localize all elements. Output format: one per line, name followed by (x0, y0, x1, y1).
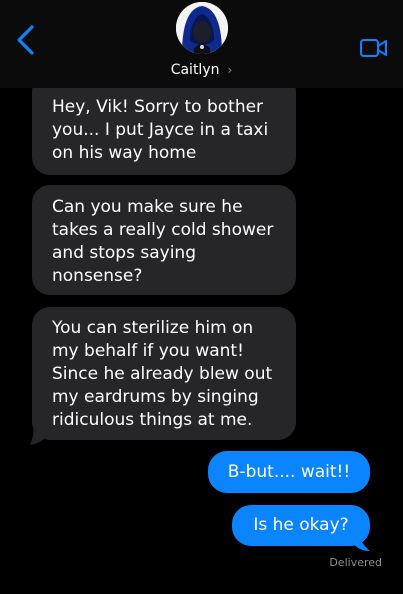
message-text: Is he okay? (253, 515, 349, 535)
message-text: You can sterilize him on my behalf if yo… (52, 318, 273, 430)
bubble-tail (30, 424, 50, 445)
incoming-message[interactable]: Hey, Vik! Sorry to bother you... I put J… (32, 74, 296, 175)
message-text: Can you make sure he takes a really cold… (52, 197, 274, 286)
delivered-status: Delivered (329, 556, 382, 569)
message-text: B-but.... wait!! (227, 462, 351, 482)
incoming-message[interactable]: Can you make sure he takes a really cold… (32, 185, 296, 295)
contact-name-button[interactable]: Caitlyn › (0, 62, 403, 78)
avatar[interactable] (176, 2, 228, 54)
outgoing-message[interactable]: B-but.... wait!! (208, 451, 370, 493)
chevron-left-icon[interactable] (12, 24, 38, 56)
outgoing-message[interactable]: Is he okay? (232, 505, 370, 546)
incoming-message[interactable]: You can sterilize him on my behalf if yo… (32, 307, 296, 440)
contact-name: Caitlyn (170, 62, 220, 78)
chevron-right-icon: › (227, 63, 233, 77)
video-camera-icon[interactable] (359, 36, 389, 60)
bubble-tail (352, 532, 370, 551)
avatar-image (176, 2, 228, 54)
message-text: Hey, Vik! Sorry to bother you... I put J… (52, 97, 269, 163)
header-overlay: Caitlyn › (0, 0, 403, 88)
